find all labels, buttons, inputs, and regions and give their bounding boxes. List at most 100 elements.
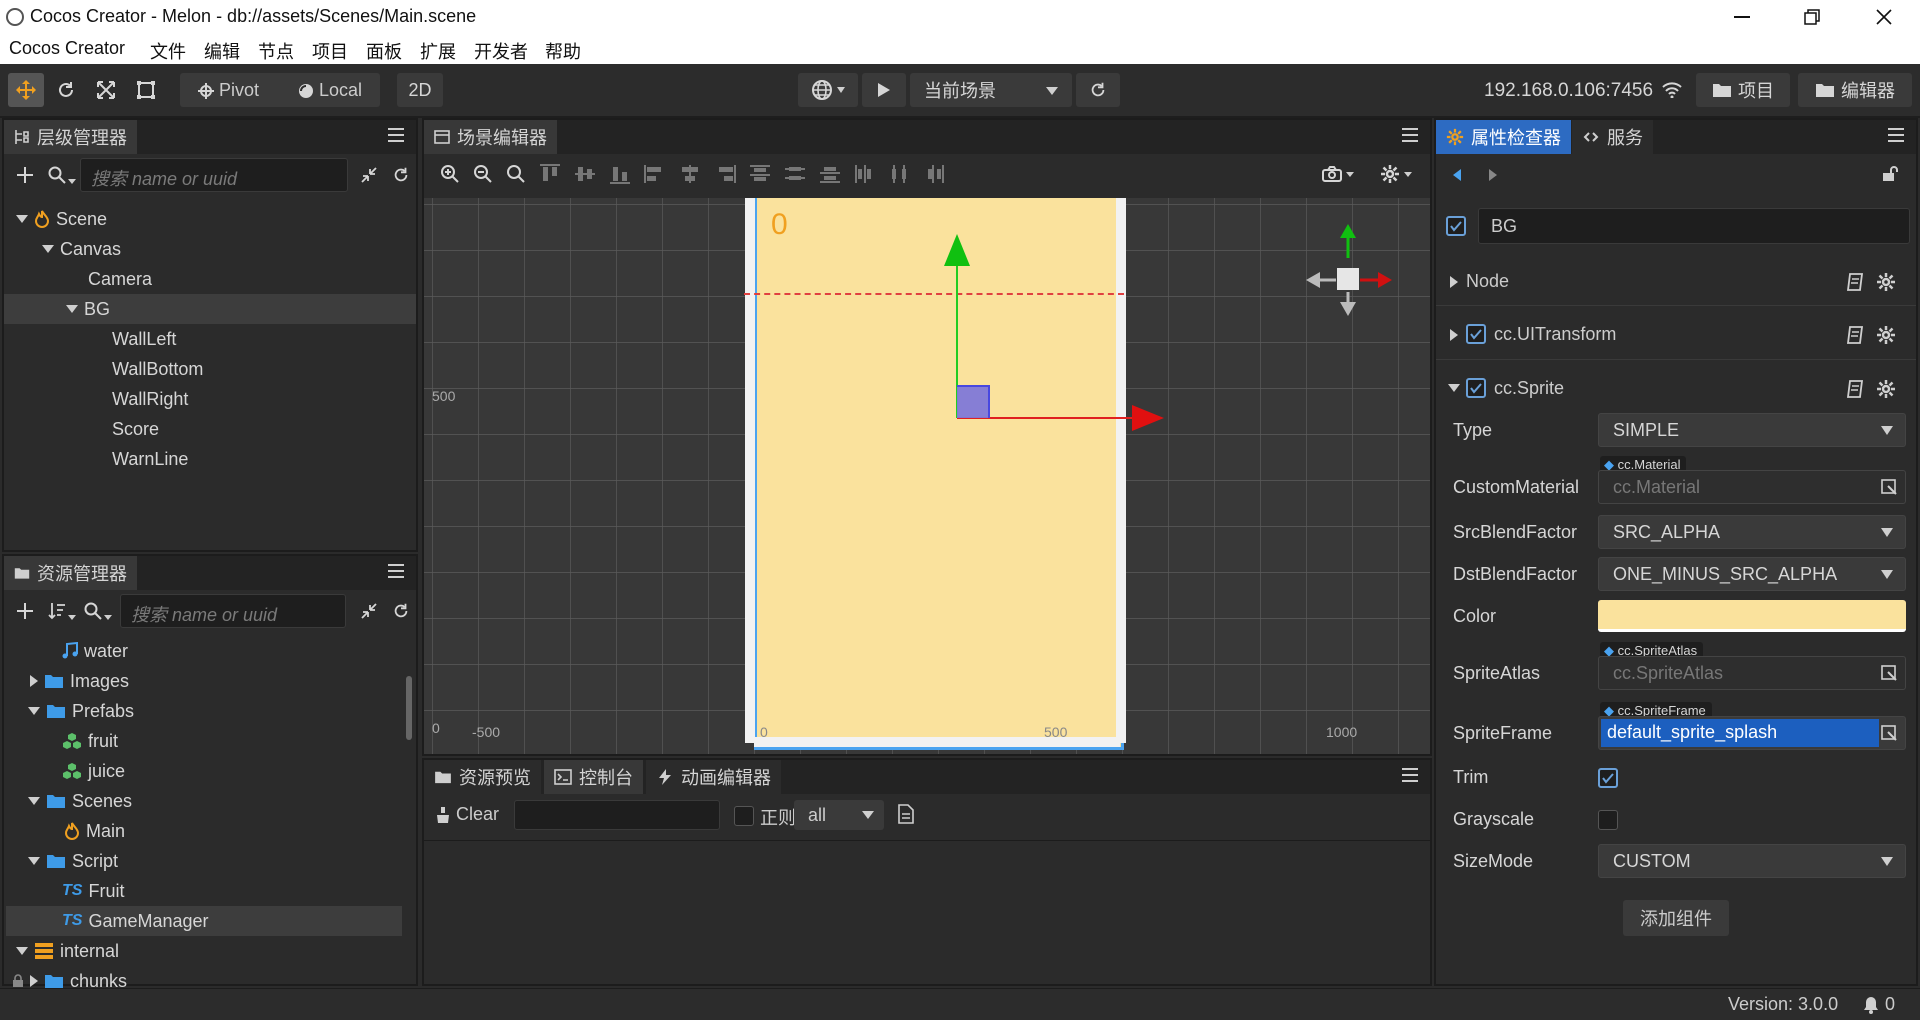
asset-folder-prefabs[interactable]: Prefabs xyxy=(28,696,134,726)
scene-menu-icon[interactable] xyxy=(1402,128,1418,142)
scale-tool-button[interactable] xyxy=(88,73,124,107)
minimize-button[interactable] xyxy=(1712,0,1772,34)
menu-file[interactable]: 文件 xyxy=(150,38,186,64)
tab-inspector[interactable]: 属性检查器 xyxy=(1436,120,1571,154)
prop-size-mode-select[interactable]: CUSTOM xyxy=(1598,844,1906,878)
mode-2d-button[interactable]: 2D xyxy=(397,73,443,107)
collapse-icon[interactable] xyxy=(360,166,378,184)
section-sprite[interactable]: cc.Sprite xyxy=(1436,364,1916,412)
menu-node[interactable]: 节点 xyxy=(258,38,294,64)
log-file-icon[interactable] xyxy=(898,804,914,824)
asset-pick-icon[interactable] xyxy=(1881,665,1897,681)
tab-services[interactable]: 服务 xyxy=(1572,120,1653,154)
menu-edit[interactable]: 编辑 xyxy=(204,38,240,64)
tree-node-warnline[interactable]: WarnLine xyxy=(112,444,188,474)
gear-icon[interactable] xyxy=(1876,379,1896,399)
prop-src-blend-select[interactable]: SRC_ALPHA xyxy=(1598,515,1906,549)
distribute-top-icon[interactable] xyxy=(749,164,771,184)
menu-developer[interactable]: 开发者 xyxy=(474,38,528,64)
rotate-tool-button[interactable] xyxy=(48,73,84,107)
prop-trim-checkbox[interactable] xyxy=(1598,768,1618,788)
menu-extension[interactable]: 扩展 xyxy=(420,38,456,64)
add-icon[interactable] xyxy=(16,166,34,184)
distribute-left-icon[interactable] xyxy=(854,164,876,184)
restore-button[interactable] xyxy=(1782,0,1842,34)
hierarchy-menu-icon[interactable] xyxy=(388,128,404,142)
asset-folder-images[interactable]: Images xyxy=(30,666,129,696)
help-book-icon[interactable] xyxy=(1846,380,1864,398)
prop-dst-blend-select[interactable]: ONE_MINUS_SRC_ALPHA xyxy=(1598,557,1906,591)
distribute-v-center-icon[interactable] xyxy=(784,164,806,184)
prop-custom-material-field[interactable]: cc.Material xyxy=(1598,470,1906,504)
zoom-reset-icon[interactable] xyxy=(506,164,526,184)
inspector-menu-icon[interactable] xyxy=(1888,128,1904,142)
expand-arrow-icon[interactable] xyxy=(16,215,28,223)
add-icon[interactable] xyxy=(16,602,34,620)
scene-select[interactable]: 当前场景 xyxy=(910,73,1072,107)
network-button[interactable] xyxy=(798,73,858,107)
tree-node-score[interactable]: Score xyxy=(112,414,159,444)
align-h-center-icon[interactable] xyxy=(679,164,701,184)
align-v-center-icon[interactable] xyxy=(574,164,596,184)
distribute-right-icon[interactable] xyxy=(924,164,946,184)
collapse-icon[interactable] xyxy=(360,602,378,620)
gear-icon[interactable] xyxy=(1876,325,1896,345)
align-top-icon[interactable] xyxy=(539,164,561,184)
bell-icon[interactable] xyxy=(1862,996,1880,1014)
align-bottom-icon[interactable] xyxy=(609,164,631,184)
local-button[interactable]: Local xyxy=(298,80,362,101)
asset-pick-icon[interactable] xyxy=(1881,479,1897,495)
open-editor-button[interactable]: 编辑器 xyxy=(1798,73,1912,107)
sprite-enabled-checkbox[interactable] xyxy=(1466,378,1486,398)
align-left-icon[interactable] xyxy=(644,164,666,184)
expand-arrow-icon[interactable] xyxy=(30,675,38,687)
clear-button[interactable]: Clear xyxy=(436,804,499,825)
play-button[interactable] xyxy=(862,73,906,107)
hierarchy-search-input[interactable]: 搜索 name or uuid xyxy=(80,158,348,192)
log-level-select[interactable]: all xyxy=(794,800,884,830)
help-book-icon[interactable] xyxy=(1846,273,1864,291)
asset-folder-script[interactable]: Script xyxy=(28,846,118,876)
refresh-icon[interactable] xyxy=(392,166,410,184)
tab-assets[interactable]: 资源管理器 xyxy=(4,556,137,590)
console-menu-icon[interactable] xyxy=(1402,768,1418,782)
back-arrow-icon[interactable] xyxy=(1452,168,1462,182)
node-name-input[interactable]: BG xyxy=(1478,208,1910,244)
menu-help[interactable]: 帮助 xyxy=(545,38,581,64)
zoom-in-icon[interactable] xyxy=(440,164,460,184)
assets-scrollbar[interactable] xyxy=(406,676,412,740)
assets-search-input[interactable]: 搜索 name or uuid xyxy=(120,594,346,628)
unlock-icon[interactable] xyxy=(1882,166,1900,182)
search-type-button[interactable] xyxy=(48,166,76,184)
asset-folder-scenes[interactable]: Scenes xyxy=(28,786,132,816)
expand-arrow-icon[interactable] xyxy=(28,797,40,805)
tab-hierarchy[interactable]: 层级管理器 xyxy=(4,120,137,154)
asset-juice[interactable]: juice xyxy=(62,756,125,786)
prop-grayscale-checkbox[interactable] xyxy=(1598,810,1618,830)
prop-sprite-frame-field[interactable]: default_sprite_splash xyxy=(1598,716,1906,750)
assets-menu-icon[interactable] xyxy=(388,564,404,578)
forward-arrow-icon[interactable] xyxy=(1488,168,1498,182)
menu-cocos-creator[interactable]: Cocos Creator xyxy=(9,38,125,59)
close-button[interactable] xyxy=(1854,0,1914,34)
prop-color-swatch[interactable] xyxy=(1598,600,1906,632)
refresh-icon[interactable] xyxy=(392,602,410,620)
asset-gamemanager-script[interactable]: TS GameManager xyxy=(6,906,402,936)
expand-arrow-icon[interactable] xyxy=(1450,329,1458,341)
move-tool-button[interactable] xyxy=(8,73,44,107)
search-type-button[interactable] xyxy=(84,602,112,620)
pivot-button[interactable]: Pivot xyxy=(198,80,259,101)
expand-arrow-icon[interactable] xyxy=(28,857,40,865)
tab-scene-editor[interactable]: 场景编辑器 xyxy=(424,120,557,154)
tab-console[interactable]: 控制台 xyxy=(544,760,643,794)
menu-project[interactable]: 项目 xyxy=(312,38,348,64)
tree-node-wallright[interactable]: WallRight xyxy=(112,384,188,414)
uitransform-enabled-checkbox[interactable] xyxy=(1466,324,1486,344)
expand-arrow-icon[interactable] xyxy=(1448,384,1460,392)
tree-node-scene[interactable]: Scene xyxy=(16,204,107,234)
section-node[interactable]: Node xyxy=(1436,258,1916,306)
expand-arrow-icon[interactable] xyxy=(1450,276,1458,288)
scene-settings-button[interactable] xyxy=(1380,164,1412,184)
console-filter-input[interactable] xyxy=(514,800,720,830)
tree-node-wallleft[interactable]: WallLeft xyxy=(112,324,176,354)
